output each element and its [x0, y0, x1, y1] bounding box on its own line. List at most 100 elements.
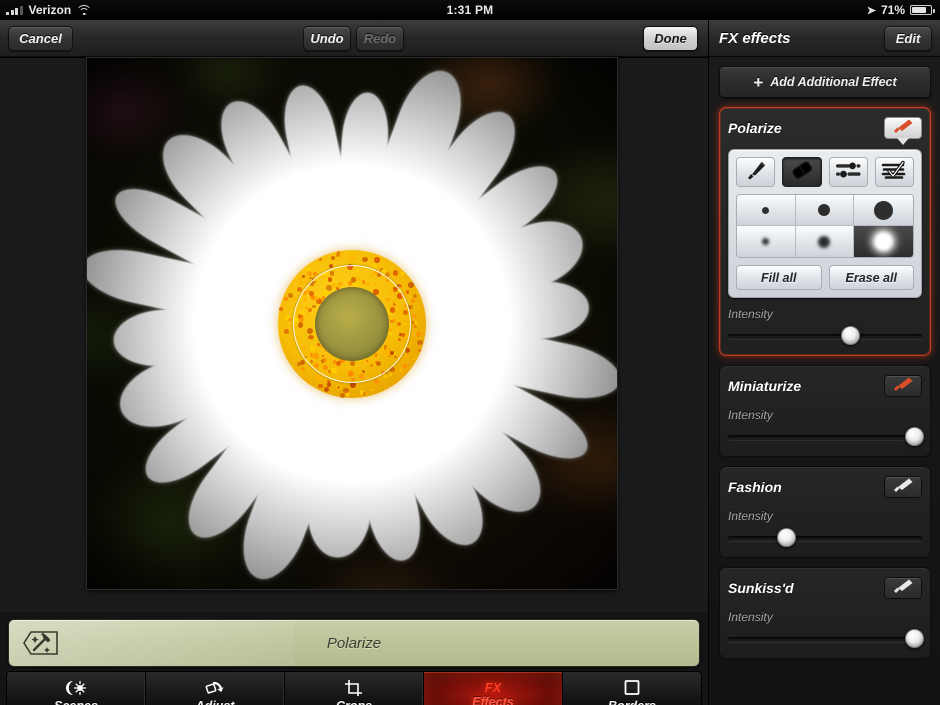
image-canvas[interactable] — [0, 57, 708, 612]
intensity-label: Intensity — [728, 408, 773, 422]
done-button[interactable]: Done — [643, 26, 698, 51]
intensity-label: Intensity — [728, 509, 773, 523]
tab-adjust[interactable]: Adjust — [146, 672, 285, 705]
effects-list-scroll[interactable]: + Add Additional Effect Polarize Fill all… — [709, 57, 940, 705]
status-right: ➤ 71% — [867, 0, 935, 20]
tab-label-effects: Effects — [472, 695, 514, 705]
brush-icon — [890, 477, 916, 498]
brush-tool[interactable] — [736, 157, 776, 187]
current-effect-label: Polarize — [326, 634, 382, 652]
pollen-speck — [408, 282, 415, 288]
fill-all-button[interactable]: Fill all — [736, 265, 822, 290]
brush-size-option[interactable] — [737, 195, 796, 226]
pollen-speck — [415, 355, 419, 358]
slider-knob[interactable] — [904, 427, 924, 446]
brush-size-option[interactable] — [795, 195, 855, 226]
intensity-slider[interactable] — [728, 629, 924, 649]
pollen-speck — [287, 293, 293, 299]
tab-scenes[interactable]: Scenes — [7, 672, 146, 705]
brush-size-option[interactable] — [854, 226, 913, 257]
brush-tool-tray: Fill all Erase all — [728, 149, 922, 298]
clock-label: 1:31 PM — [446, 3, 494, 17]
effect-card-header: Fashion — [728, 474, 922, 500]
intensity-label: Intensity — [728, 307, 773, 321]
effect-name-label: Miniaturize — [728, 378, 802, 394]
slider-knob[interactable] — [776, 528, 796, 547]
intensity-slider[interactable] — [728, 326, 922, 346]
tab-label: Crops — [336, 699, 372, 705]
effect-card-polarize[interactable]: Polarize Fill all Erase all Intensity — [719, 107, 931, 356]
brush-size-option[interactable] — [854, 195, 913, 226]
tab-crops[interactable]: Crops — [285, 672, 424, 705]
pollen-speck — [398, 367, 404, 373]
pollen-speck — [318, 383, 324, 389]
effect-card-fashion[interactable]: Fashion Intensity — [719, 466, 931, 558]
brush-size-option[interactable] — [795, 226, 855, 257]
effects-list: Polarize Fill all Erase all Intensity Miniat… — [719, 107, 931, 659]
effect-name-label: Polarize — [728, 120, 782, 136]
effect-card-header: Miniaturize — [728, 373, 922, 399]
slider-knob[interactable] — [904, 629, 924, 648]
pollen-speck — [278, 307, 283, 312]
pollen-speck — [350, 255, 355, 261]
effect-card-miniaturize[interactable]: Miniaturize Intensity — [719, 365, 931, 457]
editor-pane: Cancel Undo Redo Done Polarize FX Effect… — [0, 20, 708, 705]
plus-icon: + — [753, 72, 764, 92]
pollen-speck — [284, 329, 289, 334]
effect-card-sunkiss-d[interactable]: Sunkiss'd Intensity — [719, 567, 931, 659]
effect-brush-button[interactable] — [884, 375, 922, 397]
pollen-speck — [403, 353, 409, 359]
editor-toolbar: Cancel Undo Redo Done — [0, 20, 708, 57]
brush-cursor-ring — [293, 264, 411, 383]
add-additional-effect-button[interactable]: + Add Additional Effect — [719, 66, 931, 98]
effect-name-label: Sunkiss'd — [728, 580, 794, 596]
pollen-speck — [323, 386, 329, 392]
photo-frame[interactable] — [87, 58, 617, 589]
pollen-speck — [411, 298, 416, 303]
tab-borders[interactable]: Borders — [563, 672, 701, 705]
slider-track — [728, 637, 922, 642]
pollen-speck — [288, 317, 292, 322]
pollen-speck — [359, 390, 364, 395]
intensity-slider[interactable] — [728, 528, 922, 548]
scribble-tool[interactable] — [874, 157, 914, 187]
effect-brush-button[interactable] — [884, 476, 922, 498]
current-effect-bar[interactable]: Polarize — [8, 619, 700, 667]
pollen-speck — [417, 349, 421, 353]
rotate-icon — [204, 678, 226, 698]
brush-icon — [890, 118, 916, 139]
pollen-speck — [374, 257, 380, 263]
brush-size-option[interactable] — [737, 226, 796, 257]
pollen-speck — [374, 379, 379, 384]
settings-tool[interactable] — [828, 157, 868, 187]
brush-size-dot — [818, 235, 831, 248]
effect-card-header: Sunkiss'd — [728, 575, 922, 601]
effect-brush-button[interactable] — [884, 577, 922, 599]
tab-fx-effects[interactable]: FX Effects — [424, 672, 563, 705]
pollen-speck — [326, 382, 332, 387]
ios-status-bar: Verizon 1:31 PM ➤ 71% — [0, 0, 940, 20]
tab-label: Scenes — [54, 699, 98, 705]
undo-button[interactable]: Undo — [303, 26, 351, 51]
slider-knob[interactable] — [840, 326, 860, 345]
erase-all-button[interactable]: Erase all — [828, 265, 914, 290]
intensity-slider[interactable] — [728, 427, 924, 447]
edit-button[interactable]: Edit — [884, 26, 932, 51]
effect-brush-button[interactable] — [884, 117, 922, 145]
pollen-speck — [307, 270, 313, 276]
slider-track — [728, 334, 922, 339]
sidebar-title: FX effects — [719, 29, 791, 47]
redo-button[interactable]: Redo — [356, 26, 404, 51]
eraser-tool[interactable] — [782, 157, 822, 187]
flower-photo[interactable] — [87, 58, 617, 589]
pollen-speck — [299, 280, 304, 285]
pollen-speck — [392, 270, 399, 276]
brush-size-dot — [762, 238, 770, 245]
intensity-label: Intensity — [728, 610, 773, 624]
brush-icon — [890, 578, 916, 599]
brush-size-dot — [762, 206, 770, 214]
pollen-speck — [307, 381, 310, 384]
pollen-speck — [406, 297, 409, 300]
crop-icon — [344, 678, 364, 698]
cancel-button[interactable]: Cancel — [8, 26, 73, 51]
